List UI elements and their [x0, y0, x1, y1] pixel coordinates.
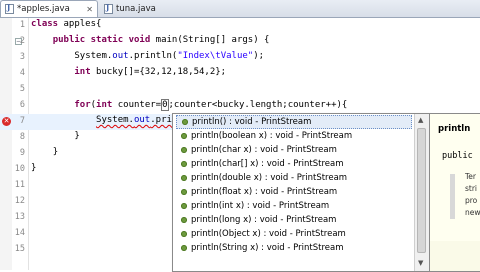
- keyword: void: [128, 35, 151, 45]
- code-text: bucky[]={32,12,18,54,2};: [90, 67, 227, 77]
- public-method-icon: [181, 133, 187, 139]
- code-text: }: [31, 163, 37, 173]
- suggestion-item[interactable]: println(int x) : void - PrintStream: [176, 199, 412, 213]
- string-literal: "Index\tValue": [177, 51, 254, 61]
- javadoc-footer: [430, 241, 480, 271]
- javadoc-text: pro: [465, 196, 478, 205]
- code-text: }: [52, 147, 59, 157]
- java-file-icon: [104, 3, 113, 14]
- code-text: counter=: [112, 100, 162, 110]
- line-number: 11: [14, 180, 25, 190]
- suggestion-item[interactable]: println(String x) : void - PrintStream: [176, 241, 412, 255]
- public-method-icon: [181, 161, 187, 167]
- tab-label: tuna.java: [116, 3, 156, 14]
- matched-bracket-marker: 0: [161, 99, 169, 111]
- suggestion-item[interactable]: println(char[] x) : void - PrintStream: [176, 157, 412, 171]
- line-number: 1: [19, 20, 25, 30]
- public-method-icon: [181, 175, 187, 181]
- line-number: 9: [19, 148, 25, 158]
- tab-apples-java[interactable]: *apples.java ✕: [0, 0, 98, 17]
- keyword: class: [31, 19, 59, 29]
- suggestion-label: println() : void - PrintStream: [192, 117, 312, 127]
- scroll-down-icon[interactable]: ▼: [418, 259, 423, 267]
- suggestion-label: println(Object x) : void - PrintStream: [191, 229, 346, 239]
- suggestion-label: println(char[] x) : void - PrintStream: [191, 159, 344, 169]
- code-text: }: [74, 131, 80, 141]
- line-number: 6: [19, 100, 25, 110]
- keyword: static: [90, 35, 124, 45]
- code-text: .println(: [128, 51, 178, 61]
- keyword: public: [52, 35, 86, 45]
- line-number: 2: [19, 36, 25, 46]
- code-line[interactable]: 6 for(int counter=0;counter<bucky.length…: [0, 98, 480, 114]
- public-method-icon: [181, 245, 187, 251]
- code-line[interactable]: 1 class apples{: [0, 18, 480, 34]
- close-icon[interactable]: ✕: [86, 5, 93, 14]
- public-method-icon: [181, 217, 187, 223]
- code-text: System.: [74, 51, 113, 61]
- code-text: main(String[] args) {: [150, 35, 270, 45]
- suggestion-item[interactable]: println(float x) : void - PrintStream: [176, 185, 412, 199]
- tab-label: *apples.java: [17, 4, 70, 14]
- field-ref: out: [112, 51, 129, 61]
- scroll-up-icon[interactable]: ▲: [418, 116, 423, 124]
- javadoc-text: Ter: [465, 172, 477, 181]
- code-line[interactable]: 3 System.out.println("Index\tValue");: [0, 50, 480, 66]
- code-line[interactable]: 4 int bucky[]={32,12,18,54,2};: [0, 66, 480, 82]
- javadoc-text: stri: [465, 184, 478, 193]
- suggestion-item-selected[interactable]: println() : void - PrintStream: [176, 115, 412, 129]
- line-number: 7: [19, 116, 25, 126]
- suggestion-item[interactable]: println(Object x) : void - PrintStream: [176, 227, 412, 241]
- java-file-icon: [5, 3, 14, 14]
- code-text: apples{: [58, 19, 102, 29]
- line-number: 12: [14, 196, 25, 206]
- public-method-icon: [181, 189, 187, 195]
- editor-tab-bar: *apples.java ✕ tuna.java: [0, 0, 480, 18]
- field-ref: out: [133, 115, 151, 125]
- suggestion-label: println(float x) : void - PrintStream: [191, 187, 338, 197]
- suggestion-item[interactable]: println(char x) : void - PrintStream: [176, 143, 412, 157]
- error-icon[interactable]: ✕: [2, 117, 11, 126]
- keyword: int: [74, 67, 91, 77]
- line-number: 3: [19, 52, 25, 62]
- suggestion-item[interactable]: println(boolean x) : void - PrintStream: [176, 129, 412, 143]
- suggestion-label: println(boolean x) : void - PrintStream: [191, 131, 353, 141]
- line-number: 14: [14, 228, 25, 238]
- line-number: 8: [19, 132, 25, 142]
- suggestion-label: println(int x) : void - PrintStream: [191, 201, 330, 211]
- suggestion-item[interactable]: println(long x) : void - PrintStream: [176, 213, 412, 227]
- line-number: 15: [14, 244, 25, 254]
- line-number: 13: [14, 212, 25, 222]
- public-method-icon: [181, 203, 187, 209]
- public-method-icon: [181, 231, 187, 237]
- keyword: int: [96, 100, 113, 110]
- javadoc-signature: public: [442, 151, 473, 161]
- code-text: System.: [96, 115, 134, 125]
- code-text: ;counter<bucky.length;counter++){: [168, 100, 348, 110]
- popup-scrollbar[interactable]: ▲ ▼: [414, 114, 429, 271]
- suggestion-item[interactable]: println(double x) : void - PrintStream: [176, 171, 412, 185]
- javadoc-text: new: [465, 208, 480, 217]
- public-method-icon: [181, 147, 187, 153]
- javadoc-panel: println public Ter stri pro new: [430, 113, 480, 272]
- line-number: 10: [14, 164, 25, 174]
- suggestion-label: println(long x) : void - PrintStream: [191, 215, 337, 225]
- code-line[interactable]: 5: [0, 82, 480, 98]
- javadoc-indent-bar: [450, 174, 455, 219]
- suggestion-label: println(char x) : void - PrintStream: [191, 145, 337, 155]
- suggestion-list[interactable]: println() : void - PrintStream println(b…: [173, 114, 413, 271]
- suggestion-label: println(String x) : void - PrintStream: [191, 243, 344, 253]
- scrollbar-thumb[interactable]: [417, 128, 426, 253]
- code-line[interactable]: − 2 public static void main(String[] arg…: [0, 34, 480, 50]
- line-number: 4: [19, 68, 25, 78]
- suggestion-label: println(double x) : void - PrintStream: [191, 173, 348, 183]
- content-assist-popup[interactable]: println() : void - PrintStream println(b…: [172, 113, 430, 272]
- public-method-icon: [182, 119, 188, 125]
- keyword: for: [74, 100, 91, 110]
- line-number: 5: [19, 84, 25, 94]
- tab-tuna-java[interactable]: tuna.java: [100, 1, 162, 16]
- javadoc-title: println: [438, 124, 471, 134]
- code-text: );: [253, 51, 265, 61]
